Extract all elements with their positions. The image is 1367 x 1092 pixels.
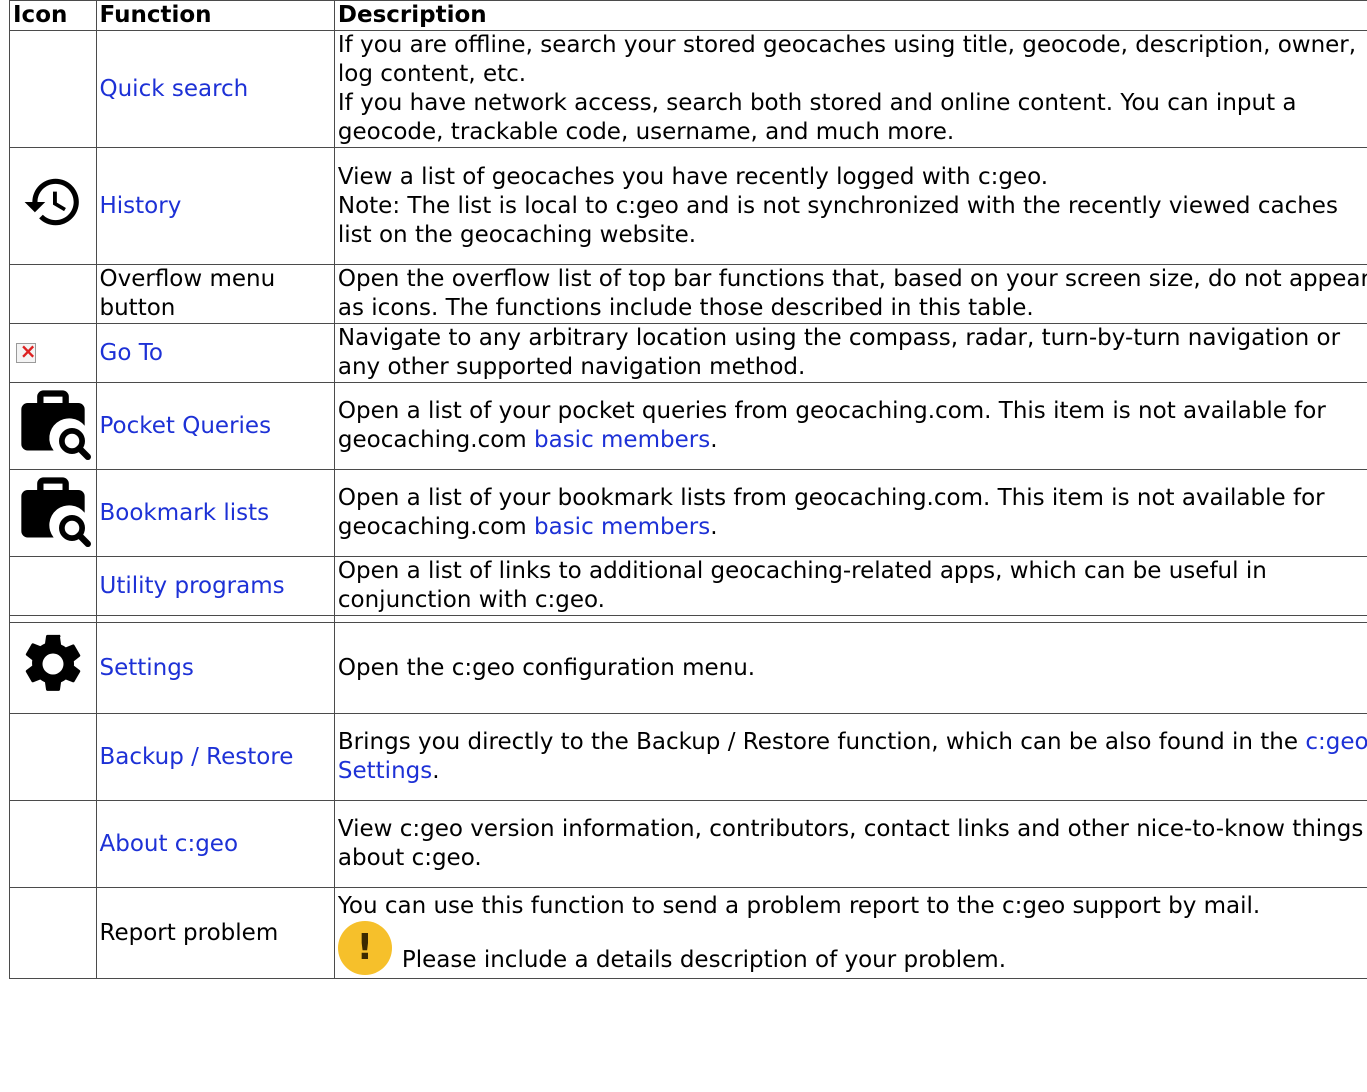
table-row: Overflow menu button Open the overflow l… [9, 264, 1367, 324]
header-function: Function [95, 0, 335, 31]
icon-cell [9, 469, 97, 557]
description-text: View a list of geocaches you have recent… [337, 163, 1049, 190]
table-row: History View a list of geocaches you hav… [9, 147, 1367, 265]
function-cell: Bookmark lists [95, 469, 335, 557]
description-cell: Open a list of your pocket queries from … [333, 382, 1367, 470]
description-text: . [710, 427, 718, 453]
function-cell: Utility programs [95, 556, 335, 616]
functions-table: Icon Function Description Quick search I… [9, 0, 1367, 979]
separator-row [9, 615, 1367, 623]
function-cell: Report problem [95, 887, 335, 979]
briefcase-search-icon [21, 477, 91, 547]
description-text: Note: The list is local to c:geo and is … [337, 192, 1338, 248]
icon-cell [9, 323, 97, 383]
description-cell: Open the overflow list of top bar functi… [333, 264, 1367, 324]
icon-cell [9, 622, 97, 714]
description-cell: Navigate to any arbitrary location using… [333, 323, 1367, 383]
function-cell: Backup / Restore [95, 713, 335, 801]
table-row: Utility programs Open a list of links to… [9, 556, 1367, 616]
function-cell: Quick search [95, 30, 335, 148]
table-row: Bookmark lists Open a list of your bookm… [9, 469, 1367, 557]
warning-note: ! Please include a details description o… [337, 920, 1367, 975]
backup-restore-link[interactable]: Backup / Restore [100, 744, 294, 770]
header-description: Description [333, 0, 1367, 31]
table-row: Settings Open the c:geo configuration me… [9, 622, 1367, 714]
icon-cell [9, 713, 97, 801]
separator-cell [95, 615, 335, 623]
history-icon [24, 178, 79, 226]
icon-cell [9, 556, 97, 616]
function-cell: About c:geo [95, 800, 335, 888]
separator-cell [9, 615, 97, 623]
description-text: Open a list of your pocket queries from … [337, 398, 1326, 453]
icon-cell [9, 887, 97, 979]
icon-cell [9, 382, 97, 470]
description-text: Brings you directly to the Backup / Rest… [337, 729, 1306, 755]
header-icon: Icon [9, 0, 97, 31]
description-text: . [710, 514, 718, 540]
function-cell: Go To [95, 323, 335, 383]
description-text: If you are offline, search your stored g… [337, 32, 1357, 87]
exclamation-icon: ! [337, 920, 392, 975]
description-text: Open a list of your bookmark lists from … [337, 485, 1325, 540]
icon-cell [9, 147, 97, 265]
utility-programs-link[interactable]: Utility programs [100, 573, 285, 599]
icon-cell [9, 264, 97, 324]
table-row: About c:geo View c:geo version informati… [9, 800, 1367, 888]
function-cell: Settings [95, 622, 335, 714]
quick-search-link[interactable]: Quick search [100, 76, 249, 102]
icon-cell [9, 30, 97, 148]
function-cell: History [95, 147, 335, 265]
description-cell: You can use this function to send a prob… [333, 887, 1367, 979]
settings-link[interactable]: Settings [100, 655, 194, 681]
icon-cell [9, 800, 97, 888]
table-row: Go To Navigate to any arbitrary location… [9, 323, 1367, 383]
description-cell: Open the c:geo configuration menu. [333, 622, 1367, 714]
table-header-row: Icon Function Description [9, 0, 1367, 31]
history-link[interactable]: History [100, 193, 182, 219]
description-cell: View c:geo version information, contribu… [333, 800, 1367, 888]
about-cgeo-link[interactable]: About c:geo [100, 831, 239, 857]
description-cell: Open a list of your bookmark lists from … [333, 469, 1367, 557]
table-row: Backup / Restore Brings you directly to … [9, 713, 1367, 801]
briefcase-search-icon [21, 390, 91, 460]
description-text: You can use this function to send a prob… [337, 892, 1261, 919]
basic-members-link[interactable]: basic members [534, 427, 710, 453]
table-row: Pocket Queries Open a list of your pocke… [9, 382, 1367, 470]
bookmark-lists-link[interactable]: Bookmark lists [100, 500, 270, 526]
description-cell: Open a list of links to additional geoca… [333, 556, 1367, 616]
description-text: If you have network access, search both … [337, 90, 1297, 145]
description-cell: Brings you directly to the Backup / Rest… [333, 713, 1367, 801]
description-text: . [432, 758, 440, 784]
function-cell: Pocket Queries [95, 382, 335, 470]
broken-image-icon [15, 337, 37, 366]
basic-members-link[interactable]: basic members [534, 514, 710, 540]
pocket-queries-link[interactable]: Pocket Queries [100, 413, 272, 439]
function-cell: Overflow menu button [95, 264, 335, 324]
go-to-link[interactable]: Go To [100, 340, 163, 366]
table-row: Report problem You can use this function… [9, 887, 1367, 979]
table-row: Quick search If you are offline, search … [9, 30, 1367, 148]
description-cell: If you are offline, search your stored g… [333, 30, 1367, 148]
gear-icon [25, 634, 81, 691]
note-text: Please include a details description of … [401, 946, 1006, 973]
separator-cell [333, 615, 1367, 623]
description-cell: View a list of geocaches you have recent… [333, 147, 1367, 265]
